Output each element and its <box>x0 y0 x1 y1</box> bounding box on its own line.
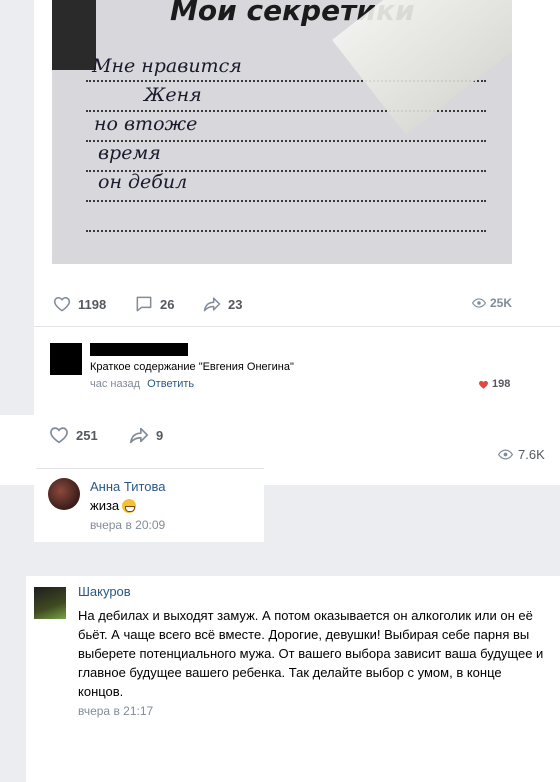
handwriting-line: он дебил <box>98 171 188 193</box>
heart-icon <box>53 296 71 312</box>
comment-text: На дебилах и выходят замуж. А потом оказ… <box>78 608 544 699</box>
share-arrow-icon <box>129 427 149 444</box>
handwriting-line: но втоже <box>94 113 198 135</box>
like-button[interactable]: 1198 <box>52 294 106 314</box>
share-count: 9 <box>156 427 164 443</box>
comment-like-count: 198 <box>492 378 511 390</box>
comment-author[interactable]: Анна Титова <box>90 479 166 494</box>
comment-time: вчера в 20:09 <box>90 518 166 532</box>
like-count: 1198 <box>78 296 107 312</box>
handwriting-line: время <box>98 142 161 164</box>
comment-button[interactable]: 26 <box>134 294 174 314</box>
heart-filled-icon <box>479 380 488 389</box>
comment-text: Краткое содержание "Евгения Онегина" <box>90 361 294 373</box>
reply-link[interactable]: Ответить <box>147 378 194 390</box>
handwriting-line: Женя <box>144 84 202 106</box>
grin-emoji-icon <box>122 498 137 513</box>
share-count: 23 <box>228 296 243 312</box>
share-arrow-icon <box>203 297 221 312</box>
redacted-author-name <box>90 343 188 356</box>
post-photo[interactable]: Мои секретики Мне нравится Женя но втоже… <box>52 0 512 264</box>
share-button[interactable]: 9 <box>128 424 163 446</box>
comment-time: вчера в 21:17 <box>78 704 154 718</box>
views-count: 7.6K <box>518 447 545 462</box>
divider <box>36 468 264 469</box>
like-button[interactable]: 251 <box>48 424 98 446</box>
comment-meta: час назад Ответить <box>90 378 194 390</box>
post-views: 25K <box>471 296 512 310</box>
like-count: 251 <box>76 427 98 443</box>
post-actions: 1198 26 23 25K <box>52 294 512 314</box>
handwritten-text: Мне нравится Женя но втоже время он деби… <box>92 52 242 197</box>
comment-like-button[interactable]: 198 <box>478 378 510 390</box>
eye-icon <box>498 449 513 460</box>
heart-icon <box>50 427 68 444</box>
comment-time: час назад <box>90 378 141 390</box>
avatar[interactable] <box>50 343 82 375</box>
eye-icon <box>471 298 486 308</box>
comment-count: 26 <box>160 296 175 312</box>
comment-text: жиза <box>90 498 120 513</box>
post2-views: 7.6K <box>498 447 545 462</box>
share-button[interactable]: 23 <box>202 294 242 314</box>
views-count: 25K <box>489 296 512 310</box>
handwriting-line: Мне нравится <box>92 55 242 77</box>
comment-author[interactable]: Шакуров <box>78 584 131 599</box>
comment-icon <box>136 296 152 312</box>
comment-text-row: жиза <box>90 498 137 513</box>
avatar[interactable] <box>34 587 66 619</box>
avatar[interactable] <box>48 478 80 510</box>
